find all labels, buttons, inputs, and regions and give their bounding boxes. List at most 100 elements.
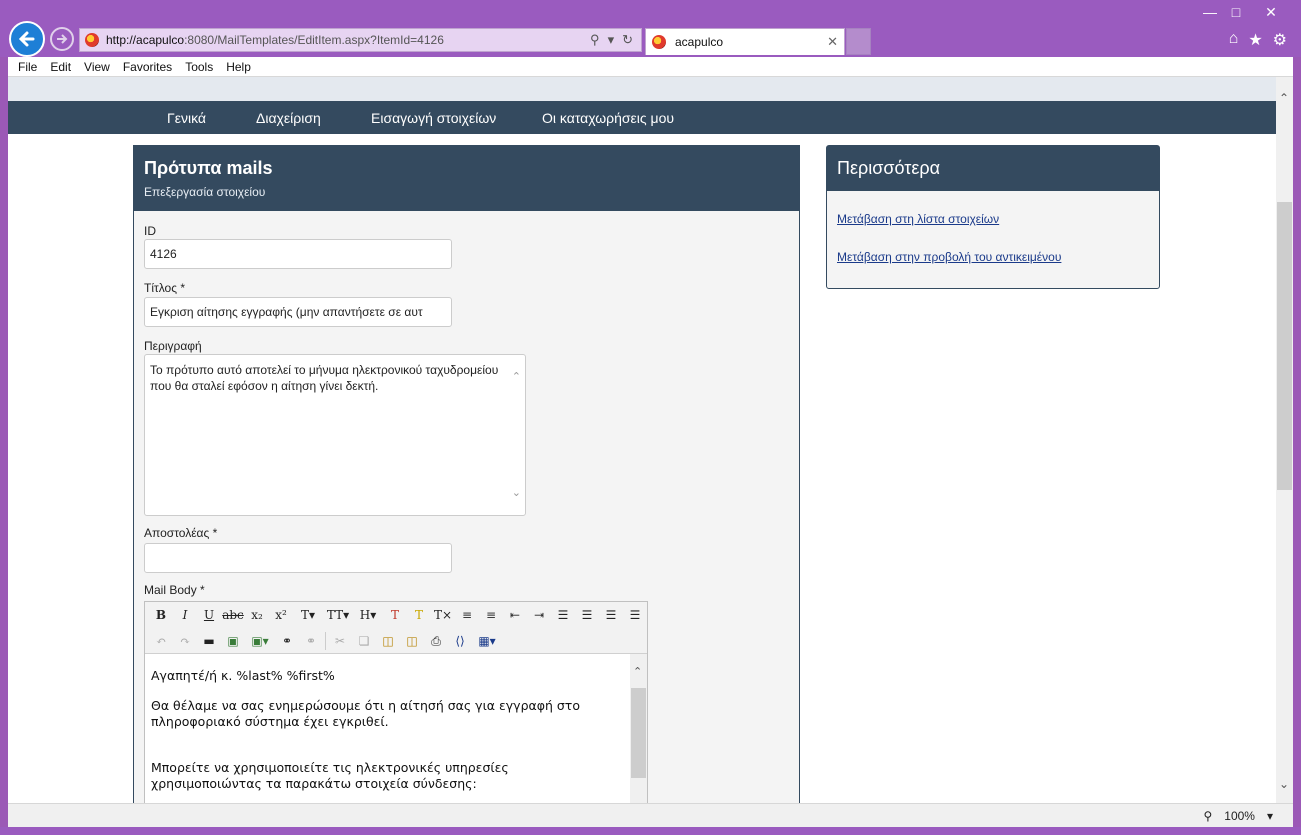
- heading-icon[interactable]: H▾: [353, 604, 383, 626]
- align-center-icon[interactable]: ☰: [575, 604, 599, 626]
- numbered-list-icon[interactable]: ≡: [479, 604, 503, 626]
- scroll-down-icon[interactable]: ⌄: [1279, 777, 1289, 791]
- menu-edit[interactable]: Edit: [50, 60, 71, 74]
- favorites-star-icon[interactable]: ★: [1248, 30, 1262, 50]
- menu-file[interactable]: File: [18, 60, 37, 74]
- editor-line: Αγαπητέ/ή κ. %last% %first%: [151, 668, 335, 683]
- page-scrollbar[interactable]: ⌃ ⌄: [1276, 77, 1293, 803]
- nav-management[interactable]: Διαχείριση: [256, 110, 321, 126]
- redo-icon[interactable]: ↷: [173, 630, 197, 652]
- scroll-thumb[interactable]: [1277, 202, 1292, 490]
- tab-title: acapulco: [675, 35, 724, 49]
- editor-line: Θα θέλαμε να σας ενημερώσουμε ότι η αίτη…: [151, 698, 580, 729]
- nav-data-entry[interactable]: Εισαγωγή στοιχείων: [371, 110, 496, 126]
- back-button[interactable]: [9, 21, 45, 57]
- strikethrough-icon[interactable]: abc: [221, 604, 245, 626]
- superscript-icon[interactable]: x²: [269, 604, 293, 626]
- underline-icon[interactable]: U: [197, 604, 221, 626]
- editor-scrollbar[interactable]: ⌃: [630, 654, 647, 803]
- print-icon[interactable]: ⎙: [424, 630, 448, 652]
- bullet-list-icon[interactable]: ≡: [455, 604, 479, 626]
- editor-scroll-up-icon[interactable]: ⌃: [633, 664, 642, 680]
- page-subtitle: Επεξεργασία στοιχείου: [144, 185, 266, 199]
- close-window-icon[interactable]: ✕: [1249, 2, 1293, 22]
- browser-tab[interactable]: acapulco ✕: [645, 28, 845, 55]
- maximize-icon[interactable]: □: [1223, 2, 1249, 22]
- menu-view[interactable]: View: [84, 60, 110, 74]
- go-to-list-link[interactable]: Μετάβαση στη λίστα στοιχείων: [837, 212, 999, 226]
- zoom-dropdown-icon[interactable]: ▾: [1267, 809, 1273, 823]
- search-icon[interactable]: ⚲: [590, 32, 600, 48]
- copy-icon[interactable]: ❏: [352, 630, 376, 652]
- menu-favorites[interactable]: Favorites: [123, 60, 172, 74]
- image-manager-icon[interactable]: ▣▾: [245, 630, 275, 652]
- home-icon[interactable]: ⌂: [1229, 30, 1239, 50]
- textarea-scroll-up-icon[interactable]: ⌃: [512, 369, 521, 385]
- editor-toolbar: B I U abc x₂ x² T▾ TT▾ H▾ T T T× ≡ ≡ ⇤ ⇥: [145, 602, 647, 654]
- insert-link-icon[interactable]: ⚭: [275, 630, 299, 652]
- settings-gear-icon[interactable]: ⚙: [1273, 30, 1287, 50]
- menu-help[interactable]: Help: [226, 60, 251, 74]
- edit-panel: Πρότυπα mails Επεξεργασία στοιχείου ID 4…: [133, 145, 800, 803]
- font-size-icon[interactable]: TT▾: [323, 604, 353, 626]
- id-field[interactable]: 4126: [144, 239, 452, 269]
- more-panel: Περισσότερα Μετάβαση στη λίστα στοιχείων…: [826, 145, 1160, 289]
- nav-general[interactable]: Γενικά: [167, 110, 206, 126]
- site-navigation: Γενικά Διαχείριση Εισαγωγή στοιχείων Οι …: [8, 101, 1276, 134]
- tab-favicon-icon: [652, 35, 666, 49]
- source-code-icon[interactable]: ⟨⟩: [448, 630, 472, 652]
- description-text: Το πρότυπο αυτό αποτελεί το μήνυμα ηλεκτ…: [150, 363, 499, 393]
- undo-icon[interactable]: ↶: [149, 630, 173, 652]
- textarea-scroll-down-icon[interactable]: ⌄: [512, 485, 521, 501]
- subscript-icon[interactable]: x₂: [245, 604, 269, 626]
- indent-icon[interactable]: ⇥: [527, 604, 551, 626]
- scroll-up-icon[interactable]: ⌃: [1279, 91, 1289, 105]
- align-right-icon[interactable]: ☰: [599, 604, 623, 626]
- horizontal-rule-icon[interactable]: ▬: [197, 630, 221, 652]
- dropdown-icon[interactable]: ▾: [608, 32, 615, 48]
- remove-link-icon[interactable]: ⚭: [299, 630, 323, 652]
- go-to-item-view-link[interactable]: Μετάβαση στην προβολή του αντικειμένου: [837, 250, 1061, 264]
- justify-icon[interactable]: ☰: [623, 604, 647, 626]
- table-icon[interactable]: ▦▾: [472, 630, 502, 652]
- more-panel-title: Περισσότερα: [827, 146, 1159, 191]
- clear-format-icon[interactable]: T×: [431, 604, 455, 626]
- editor-scroll-thumb[interactable]: [631, 688, 646, 778]
- zoom-level: 100%: [1224, 809, 1255, 823]
- description-label: Περιγραφή: [144, 339, 202, 353]
- sender-label: Αποστολέας *: [144, 526, 218, 540]
- nav-my-entries[interactable]: Οι καταχωρήσεις μου: [542, 110, 674, 126]
- new-tab-button[interactable]: [846, 28, 871, 55]
- insert-image-icon[interactable]: ▣: [221, 630, 245, 652]
- highlight-icon[interactable]: T: [407, 604, 431, 626]
- title-field[interactable]: Εγκριση αίτησης εγγραφής (μην απαντήσετε…: [144, 297, 452, 327]
- page-title: Πρότυπα mails: [144, 158, 273, 178]
- description-field[interactable]: Το πρότυπο αυτό αποτελεί το μήνυμα ηλεκτ…: [144, 354, 526, 516]
- url-text[interactable]: http://acapulco:8080/MailTemplates/EditI…: [106, 33, 590, 47]
- font-color-icon[interactable]: T: [383, 604, 407, 626]
- font-family-icon[interactable]: T▾: [293, 604, 323, 626]
- sender-field[interactable]: [144, 543, 452, 573]
- mail-body-label: Mail Body *: [144, 583, 205, 597]
- status-bar: ⚲ 100% ▾: [8, 803, 1293, 827]
- outdent-icon[interactable]: ⇤: [503, 604, 527, 626]
- paste-text-icon[interactable]: ◫: [400, 630, 424, 652]
- editor-content[interactable]: Αγαπητέ/ή κ. %last% %first% Θα θέλαμε να…: [145, 654, 647, 803]
- zoom-icon: ⚲: [1203, 809, 1213, 823]
- cut-icon[interactable]: ✂: [328, 630, 352, 652]
- minimize-icon[interactable]: —: [1197, 2, 1223, 22]
- refresh-icon[interactable]: ↻: [622, 32, 633, 48]
- title-label: Τίτλος *: [144, 281, 186, 295]
- tab-close-icon[interactable]: ✕: [827, 34, 838, 50]
- panel-header: Πρότυπα mails Επεξεργασία στοιχείου: [134, 146, 799, 211]
- window-controls: — □ ✕: [1197, 2, 1293, 22]
- address-bar[interactable]: http://acapulco:8080/MailTemplates/EditI…: [79, 28, 642, 52]
- paste-icon[interactable]: ◫: [376, 630, 400, 652]
- bold-icon[interactable]: B: [149, 604, 173, 626]
- align-left-icon[interactable]: ☰: [551, 604, 575, 626]
- menu-tools[interactable]: Tools: [185, 60, 213, 74]
- zoom-control[interactable]: ⚲ 100% ▾: [1203, 809, 1273, 823]
- page-top-band: [8, 77, 1276, 101]
- italic-icon[interactable]: I: [173, 604, 197, 626]
- forward-button[interactable]: [50, 27, 74, 51]
